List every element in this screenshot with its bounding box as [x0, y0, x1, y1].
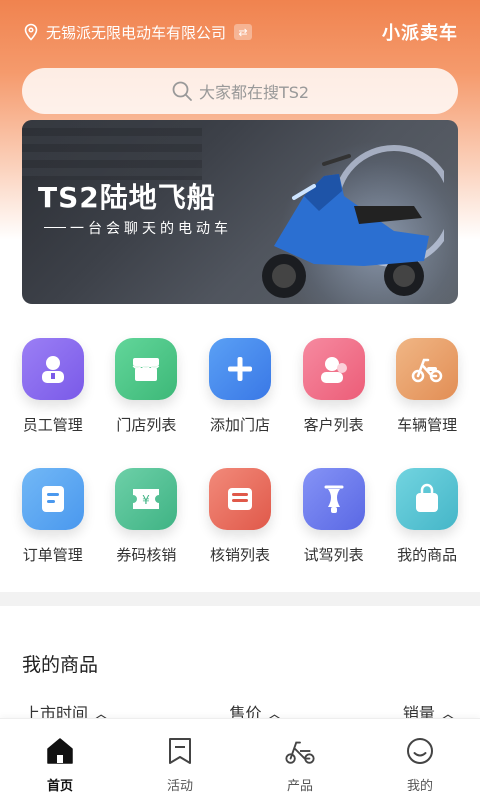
scooter-icon: [396, 338, 459, 400]
test-drive-icon: [302, 468, 365, 530]
scooter-icon: [284, 735, 316, 767]
app-brand: 小派卖车: [382, 23, 458, 44]
tile-label: 试驾列表: [303, 546, 364, 564]
scooter-image: [262, 145, 444, 298]
plus-icon: [208, 338, 271, 400]
tile-label: 门店列表: [116, 416, 177, 434]
tile-employee-management[interactable]: 员工管理: [10, 330, 96, 460]
search-placeholder: 大家都在搜TS2: [198, 83, 310, 102]
tile-test-drive-list[interactable]: 试驾列表: [291, 460, 377, 590]
tile-vehicle-management[interactable]: 车辆管理: [384, 330, 470, 460]
home-icon: [44, 735, 76, 767]
grid-row: 订单管理 ¥ 券码核销 核销列表 试驾列表 我的商品: [0, 460, 480, 590]
location-icon: [22, 23, 40, 41]
tile-label: 客户列表: [303, 416, 364, 434]
tile-order-management[interactable]: 订单管理: [10, 460, 96, 590]
banner-backdrop: [22, 120, 202, 180]
tile-store-list[interactable]: 门店列表: [103, 330, 189, 460]
customer-icon: [302, 338, 365, 400]
store-icon: [115, 338, 178, 400]
tab-label: 首页: [46, 779, 73, 794]
tile-label: 券码核销: [116, 546, 177, 564]
top-bar: 无锡派无限电动车有限公司 ⇄ 小派卖车: [0, 0, 480, 64]
banner-title: TS2陆地飞船: [38, 181, 216, 214]
tile-customer-list[interactable]: 客户列表: [291, 330, 377, 460]
tile-add-store[interactable]: 添加门店: [197, 330, 283, 460]
tab-home[interactable]: 首页: [0, 719, 120, 800]
smile-icon: [404, 735, 436, 767]
products-section-title: 我的商品: [22, 654, 99, 676]
verify-list-icon: [208, 468, 271, 530]
tile-label: 我的商品: [397, 546, 458, 564]
banner-divider: [44, 227, 66, 228]
search-bar[interactable]: 大家都在搜TS2: [22, 68, 458, 114]
tab-products[interactable]: 产品: [240, 719, 360, 800]
bookmark-icon: [164, 735, 196, 767]
svg-text:¥: ¥: [143, 493, 151, 507]
tile-label: 添加门店: [209, 416, 270, 434]
tile-label: 车辆管理: [397, 416, 458, 434]
bottom-tab-bar: 首页 活动 产品 我的: [0, 718, 480, 800]
tab-mine[interactable]: 我的: [360, 719, 480, 800]
switch-store-icon[interactable]: ⇄: [234, 24, 253, 40]
tab-label: 我的: [406, 779, 433, 794]
tab-label: 产品: [286, 779, 313, 794]
grid-row: 员工管理 门店列表 添加门店 客户列表 车辆管理: [0, 330, 480, 460]
search-icon: [171, 80, 193, 102]
tile-my-products[interactable]: 我的商品: [384, 460, 470, 590]
tile-label: 核销列表: [209, 546, 270, 564]
coupon-icon: ¥: [115, 468, 178, 530]
promo-banner[interactable]: TS2陆地飞船 一台会聊天的电动车: [22, 120, 458, 304]
section-divider: [0, 592, 480, 606]
shopping-bag-icon: [396, 468, 459, 530]
order-icon: [21, 468, 84, 530]
employee-icon: [21, 338, 84, 400]
banner-subtitle: 一台会聊天的电动车: [70, 221, 232, 237]
tile-label: 订单管理: [22, 546, 83, 564]
tile-label: 员工管理: [22, 416, 83, 434]
tile-coupon-verify[interactable]: ¥ 券码核销: [103, 460, 189, 590]
tab-activity[interactable]: 活动: [120, 719, 240, 800]
store-name[interactable]: 无锡派无限电动车有限公司: [46, 22, 226, 43]
tile-verify-list[interactable]: 核销列表: [197, 460, 283, 590]
function-grid: 员工管理 门店列表 添加门店 客户列表 车辆管理 订单管理 ¥ 券码核销 核销列…: [0, 330, 480, 590]
tab-label: 活动: [166, 779, 193, 794]
